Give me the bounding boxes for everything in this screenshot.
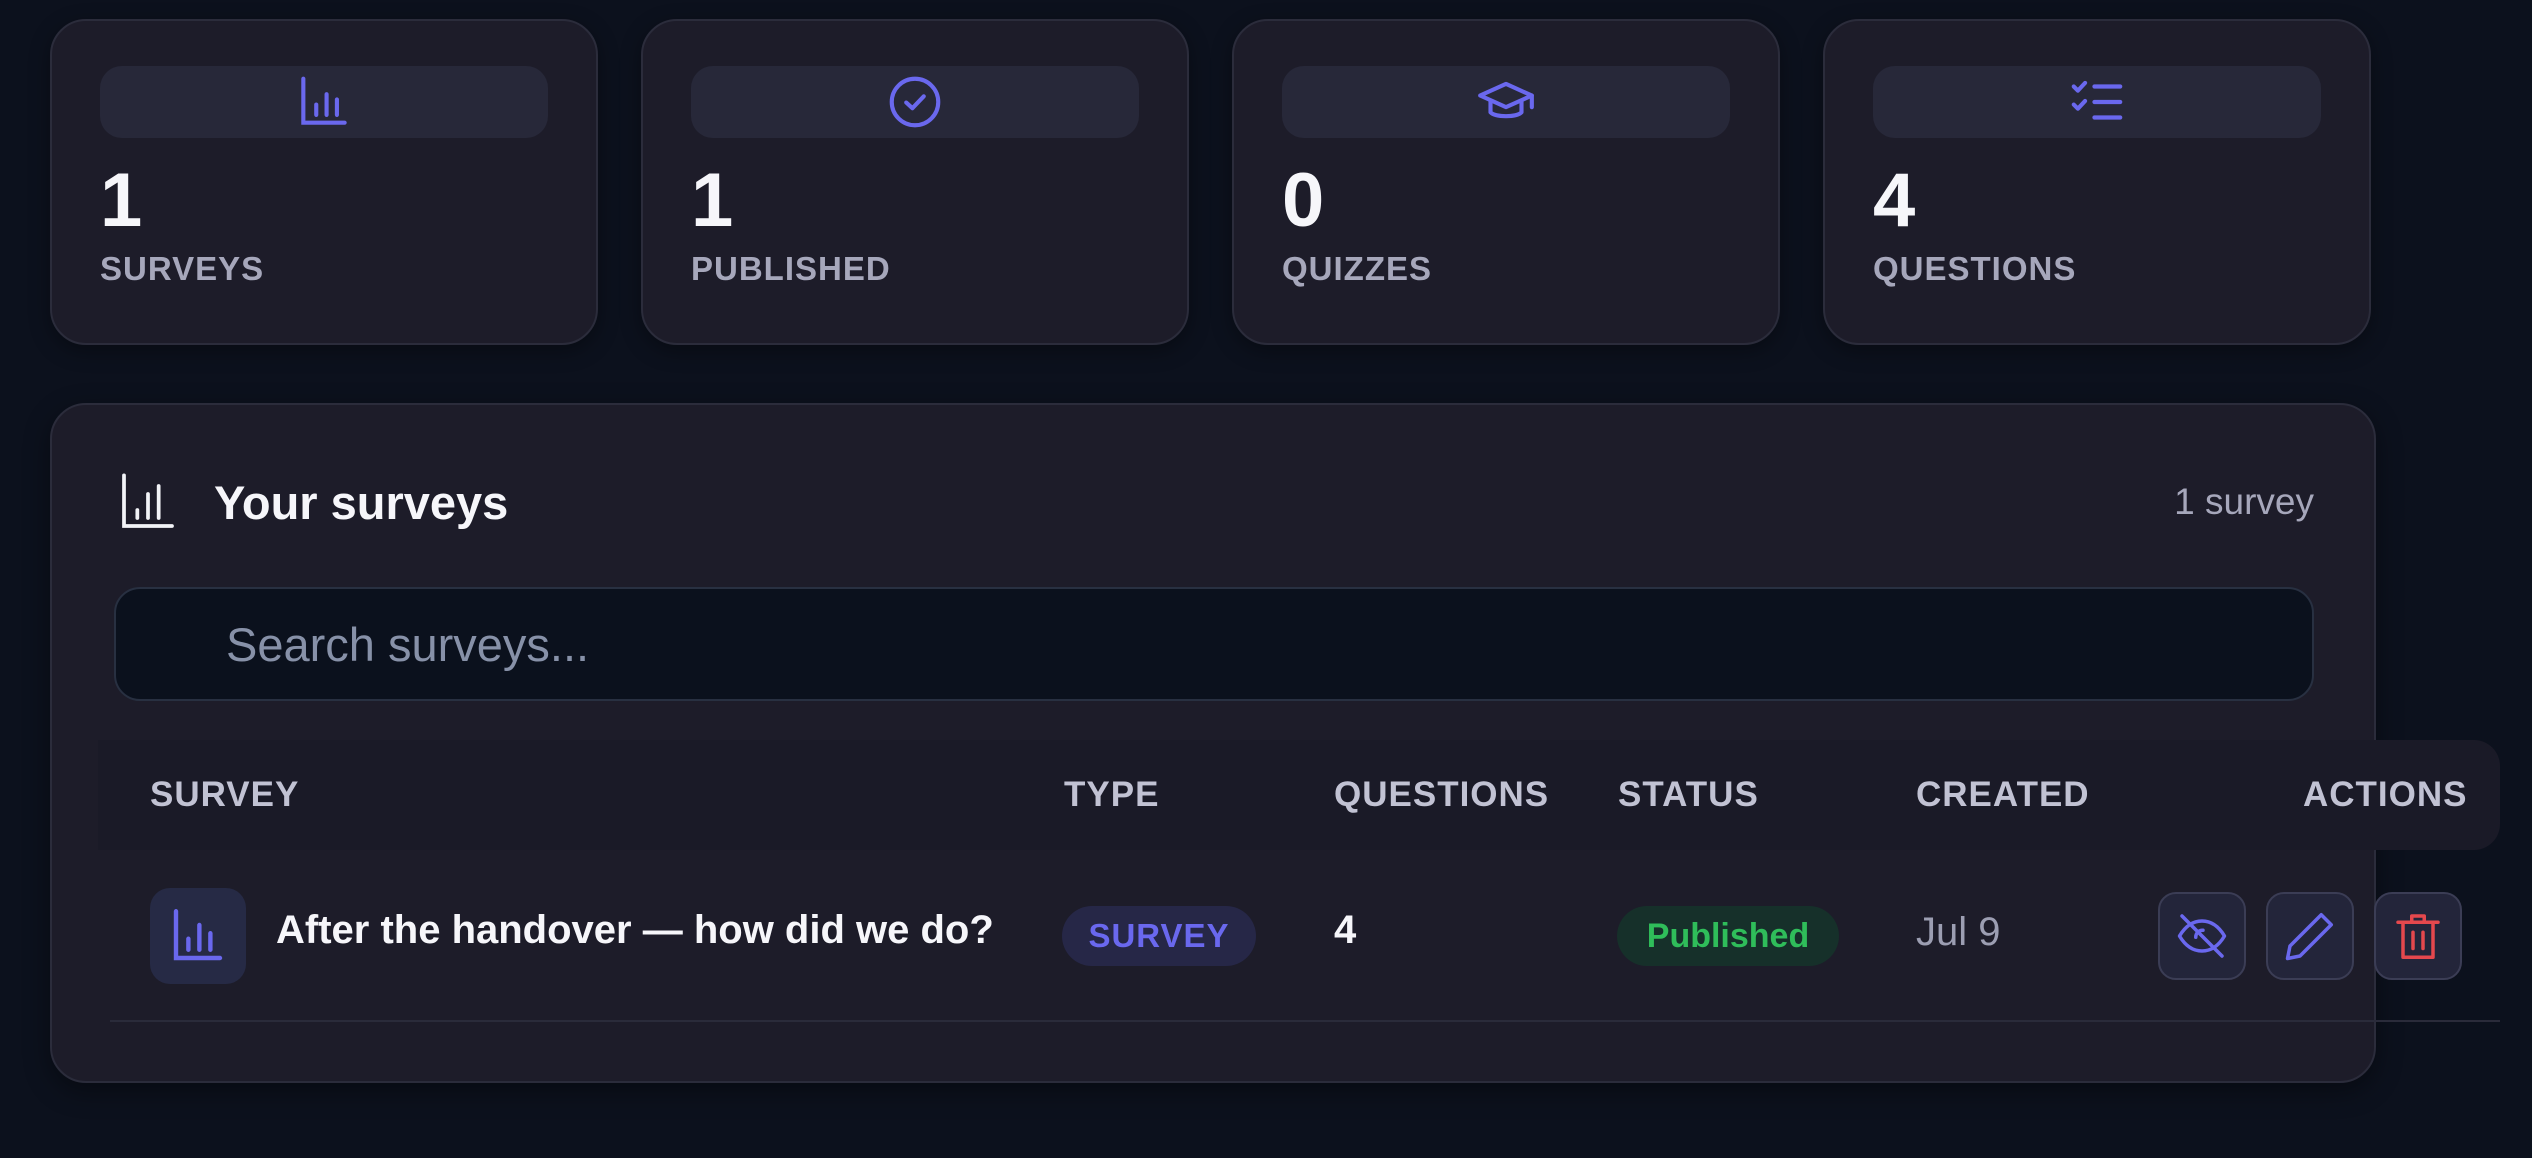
- panel-header: Your surveys 1 survey: [116, 467, 2314, 537]
- panel-title: Your surveys: [214, 475, 509, 529]
- bar-chart-icon: [122, 473, 174, 528]
- graduation-cap-icon: [1478, 81, 1534, 119]
- stat-icon-container: [1282, 66, 1730, 138]
- stat-label: PUBLISHED: [691, 250, 891, 287]
- column-header-type[interactable]: TYPE: [1064, 740, 1159, 850]
- stat-card-published: 1 PUBLISHED: [641, 19, 1189, 345]
- checklist-icon: [2071, 80, 2123, 120]
- stat-value: 1: [691, 158, 734, 243]
- stat-icon-container: [1873, 66, 2321, 138]
- table-header: SURVEY TYPE QUESTIONS STATUS CREATED ACT…: [98, 740, 2500, 850]
- trash-icon: [2396, 914, 2440, 959]
- column-header-survey[interactable]: SURVEY: [150, 740, 299, 850]
- survey-name-link[interactable]: After the handover — how did we do?: [276, 908, 994, 953]
- stat-icon-container: [691, 66, 1139, 138]
- table-row[interactable]: After the handover — how did we do? SURV…: [110, 870, 2500, 1022]
- column-header-created[interactable]: CREATED: [1916, 740, 2090, 850]
- bar-chart-icon: [301, 76, 347, 125]
- delete-button[interactable]: [2374, 892, 2462, 980]
- survey-count: 1 survey: [2174, 481, 2314, 522]
- column-header-questions[interactable]: QUESTIONS: [1334, 740, 1549, 850]
- question-count: 4: [1334, 908, 1357, 952]
- column-header-status[interactable]: STATUS: [1618, 740, 1759, 850]
- bar-chart-icon: [173, 909, 223, 961]
- search-input[interactable]: [114, 587, 2314, 701]
- stat-card-questions: 4 QUESTIONS: [1823, 19, 2371, 345]
- stat-value: 0: [1282, 158, 1325, 243]
- type-badge: SURVEY: [1062, 906, 1256, 966]
- pencil-icon: [2285, 913, 2333, 961]
- stat-icon-container: [100, 66, 548, 138]
- status-badge: Published: [1617, 906, 1839, 966]
- stat-label: QUESTIONS: [1873, 250, 2077, 287]
- stat-label: QUIZZES: [1282, 250, 1433, 287]
- stat-value: 4: [1873, 158, 1916, 243]
- stat-value: 1: [100, 158, 143, 243]
- edit-button[interactable]: [2266, 892, 2354, 980]
- stat-label: SURVEYS: [100, 250, 265, 287]
- check-circle-icon: [889, 76, 941, 128]
- stats-row: 1 SURVEYS 1 PUBLISHED 0 QUIZZES 4 QUESTI…: [50, 19, 2371, 345]
- survey-type-icon: [150, 888, 246, 984]
- column-header-actions: ACTIONS: [2303, 775, 2468, 814]
- stat-card-surveys: 1 SURVEYS: [50, 19, 598, 345]
- unpublish-button[interactable]: [2158, 892, 2246, 980]
- stat-card-quizzes: 0 QUIZZES: [1232, 19, 1780, 345]
- eye-off-icon: [2177, 914, 2227, 958]
- created-date: Jul 9: [1916, 910, 2001, 954]
